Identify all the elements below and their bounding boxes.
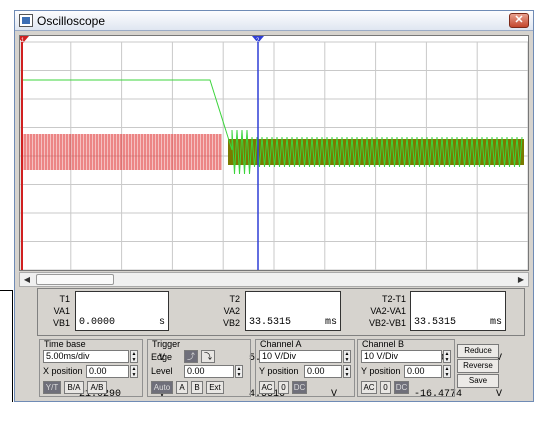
channel-b-group: Channel B 10 V/Div ▲ ▼ Y position 0.00 ▲ ▼… — [357, 339, 455, 397]
unit-t1: s — [158, 317, 165, 328]
oscilloscope-window: Oscilloscope ✕ 1 2 ◀ ▶ T1 VA1 VB1 0.0000… — [14, 10, 534, 402]
channel-a-ypos-label: Y position — [259, 366, 299, 376]
label-t2-t1: T2-T1 — [381, 294, 406, 304]
unit-t2: ms — [324, 317, 337, 328]
trigger-level-label: Level — [151, 366, 173, 376]
rising-edge-icon[interactable]: ⤴ — [184, 350, 198, 363]
value-t2: 33.5315 — [249, 317, 292, 328]
readout-labels-col3: T2-T1 VA2-VA1 VB2-VB1 — [360, 293, 406, 329]
value-t2-t1: 33.5315 — [414, 317, 457, 328]
channel-a-zero-button[interactable]: 0 — [278, 381, 289, 394]
channel-a-band — [22, 134, 222, 170]
timebase-yt-button[interactable]: Y/T — [43, 381, 61, 394]
title-bar: Oscilloscope ✕ — [15, 11, 533, 31]
label-t1: T1 — [59, 294, 70, 304]
label-vb2-vb1: VB2-VB1 — [368, 318, 406, 328]
channel-a-scale-field[interactable]: 10 V/Div — [259, 350, 342, 363]
trigger-ext-button[interactable]: Ext — [206, 381, 224, 394]
falling-edge-icon[interactable]: ⤵ — [201, 350, 215, 363]
timebase-scale-spinner-icon[interactable]: ▲ ▼ — [130, 350, 138, 363]
unit-t2-t1: ms — [489, 317, 502, 328]
background-line — [0, 290, 12, 291]
trigger-edge-label: Edge — [151, 352, 173, 362]
channel-a-scale-spinner-icon[interactable]: ▲ ▼ — [343, 350, 351, 363]
channel-b-dc-button[interactable]: DC — [394, 381, 409, 394]
readout-values-col3: 33.5315ms 0.0000V -16.4774V — [410, 291, 506, 400]
horizontal-scrollbar[interactable]: ◀ ▶ — [19, 272, 529, 287]
channel-a-title: Channel A — [260, 339, 302, 349]
trigger-group: Trigger Edge ⤴ ⤵ Level 0.00 ▲ ▼ Auto A B … — [147, 339, 251, 397]
channel-a-dc-button[interactable]: DC — [292, 381, 307, 394]
label-va2: VA2 — [223, 306, 240, 316]
close-button[interactable]: ✕ — [509, 13, 529, 28]
channel-a-ypos-spinner-icon[interactable]: ▲ ▼ — [343, 365, 351, 378]
value-t1: 0.0000 — [79, 317, 116, 328]
reduce-button[interactable]: Reduce — [457, 344, 499, 358]
timebase-ba-button[interactable]: B/A — [64, 381, 84, 394]
timebase-title: Time base — [44, 339, 86, 349]
trigger-level-spinner-icon[interactable]: ▲ ▼ — [235, 365, 243, 378]
trigger-b-button[interactable]: B — [191, 381, 203, 394]
channel-b-ypos-field[interactable]: 0.00 — [404, 365, 442, 378]
timebase-xpos-label: X position — [43, 366, 83, 376]
channel-b-scale-spinner-icon[interactable]: ▲ ▼ — [443, 350, 451, 363]
label-vb1: VB1 — [52, 318, 70, 328]
channel-b-zero-button[interactable]: 0 — [380, 381, 391, 394]
readout-values-col2: 33.5315ms 5.0000V 4.5516V — [245, 291, 341, 400]
oscilloscope-icon — [19, 14, 33, 27]
channel-a-ypos-field[interactable]: 0.00 — [304, 365, 342, 378]
unit-vb2-vb1: V — [495, 389, 502, 400]
channel-b-ypos-spinner-icon[interactable]: ▲ ▼ — [443, 365, 451, 378]
timebase-xpos-field[interactable]: 0.00 — [86, 365, 129, 378]
scope-display[interactable]: 1 2 — [19, 35, 529, 271]
label-t2: T2 — [229, 294, 240, 304]
save-button[interactable]: Save — [457, 374, 499, 388]
label-va2-va1: VA2-VA1 — [370, 306, 406, 316]
readout-labels-col2: T2 VA2 VB2 — [200, 293, 240, 329]
timebase-ab-button[interactable]: A/B — [87, 381, 107, 394]
channel-b-ac-button[interactable]: AC — [361, 381, 377, 394]
timebase-xpos-spinner-icon[interactable]: ▲ ▼ — [130, 365, 138, 378]
readout-values-col1: 0.0000s 5.0000V 21.0290V — [75, 291, 169, 400]
channel-b-title: Channel B — [362, 339, 405, 349]
scroll-right-icon[interactable]: ▶ — [514, 273, 528, 286]
readout-labels-col1: T1 VA1 VB1 — [42, 293, 70, 329]
scroll-thumb[interactable] — [36, 274, 114, 285]
channel-b-scale-field[interactable]: 10 V/Div — [361, 350, 442, 363]
channel-a-ac-button[interactable]: AC — [259, 381, 275, 394]
label-vb2: VB2 — [222, 318, 240, 328]
channel-b-ypos-label: Y position — [361, 366, 401, 376]
label-va1: VA1 — [53, 306, 70, 316]
scroll-left-icon[interactable]: ◀ — [20, 273, 34, 286]
timebase-group: Time base 5.00ms/div ▲ ▼ X position 0.00 … — [39, 339, 143, 397]
trigger-level-field[interactable]: 0.00 — [184, 365, 234, 378]
window-title: Oscilloscope — [37, 14, 106, 28]
scope-waveforms: 1 2 — [20, 36, 528, 270]
trigger-title: Trigger — [152, 339, 181, 349]
measurement-readout: T1 VA1 VB1 0.0000s 5.0000V 21.0290V T2 V… — [37, 288, 525, 400]
channel-a-group: Channel A 10 V/Div ▲ ▼ Y position 0.00 ▲ ▼… — [255, 339, 355, 397]
trigger-auto-button[interactable]: Auto — [151, 381, 173, 394]
background-line — [12, 290, 13, 402]
reverse-button[interactable]: Reverse — [457, 359, 499, 373]
timebase-scale-field[interactable]: 5.00ms/div — [43, 350, 129, 363]
trigger-a-button[interactable]: A — [176, 381, 188, 394]
